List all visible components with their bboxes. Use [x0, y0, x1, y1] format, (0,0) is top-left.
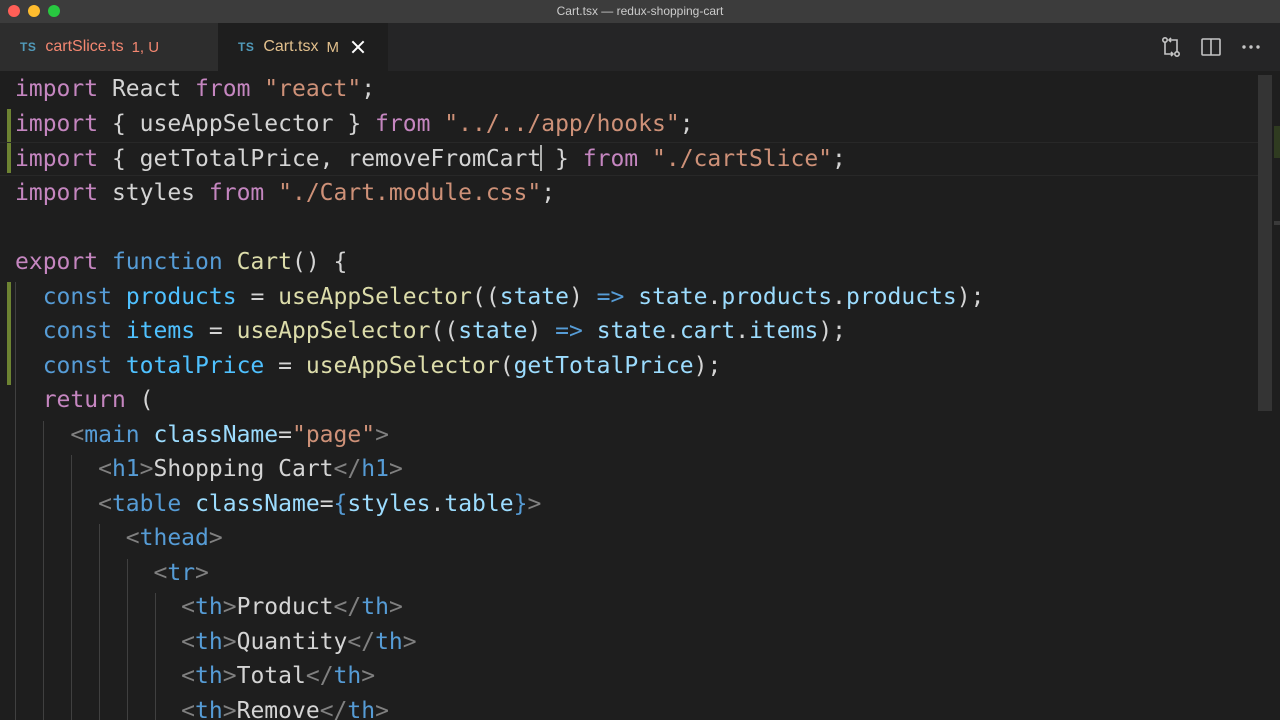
code-line: import styles from "./Cart.module.css"; — [15, 180, 556, 206]
vertical-scrollbar[interactable] — [1258, 71, 1280, 720]
tab-status-badge: M — [326, 38, 339, 56]
code-line: return ( — [42, 387, 154, 413]
code-line: <main className="page"> — [70, 422, 389, 448]
code-line: import { useAppSelector } from "../../ap… — [15, 111, 694, 137]
source-control-compare-icon[interactable] — [1160, 36, 1182, 58]
code-line: <thead> — [125, 525, 223, 551]
code-line: <th>Quantity</th> — [181, 629, 417, 655]
code-line: import React from "react"; — [15, 76, 376, 102]
tab-cartslice[interactable]: TS cartSlice.ts 1, U — [0, 23, 218, 71]
code-line: <h1>Shopping Cart</h1> — [98, 456, 403, 482]
typescript-file-icon: TS — [20, 40, 37, 54]
title-bar: Cart.tsx — redux-shopping-cart — [0, 0, 1280, 23]
tab-cart[interactable]: TS Cart.tsx M — [218, 23, 388, 71]
tab-label: cartSlice.ts — [45, 38, 124, 55]
split-editor-icon[interactable] — [1200, 36, 1222, 58]
code-line: const products = useAppSelector((state) … — [42, 284, 985, 310]
editor-tab-bar: TS cartSlice.ts 1, U TS Cart.tsx M — [0, 23, 1280, 71]
code-line: <th>Remove</th> — [181, 698, 389, 720]
window-title: Cart.tsx — redux-shopping-cart — [556, 4, 724, 18]
gutter-modified-marker — [7, 282, 11, 385]
code-line: const items = useAppSelector((state) => … — [42, 318, 847, 344]
code-line: <th>Total</th> — [181, 663, 376, 689]
code-line: <tr> — [153, 560, 209, 586]
code-line: export function Cart() { — [15, 249, 348, 275]
more-actions-icon[interactable] — [1240, 36, 1262, 58]
close-tab-icon[interactable] — [351, 40, 365, 54]
code-line: import { getTotalPrice, removeFromCart }… — [15, 145, 846, 172]
code-line: <table className={styles.table}> — [98, 491, 542, 517]
code-editor[interactable]: import React from "react"; import { useA… — [0, 71, 1280, 720]
overview-ruler-modified-marker — [1274, 126, 1280, 158]
code-line: const totalPrice = useAppSelector(getTot… — [42, 353, 722, 379]
typescript-file-icon: TS — [238, 40, 255, 54]
editor-actions — [1160, 36, 1262, 58]
scrollbar-thumb[interactable] — [1258, 75, 1272, 411]
tab-status-badge: 1, U — [131, 38, 160, 56]
overview-ruler-cursor-marker — [1274, 221, 1280, 225]
code-line: <th>Product</th> — [181, 594, 403, 620]
tab-label: Cart.tsx — [263, 38, 319, 55]
